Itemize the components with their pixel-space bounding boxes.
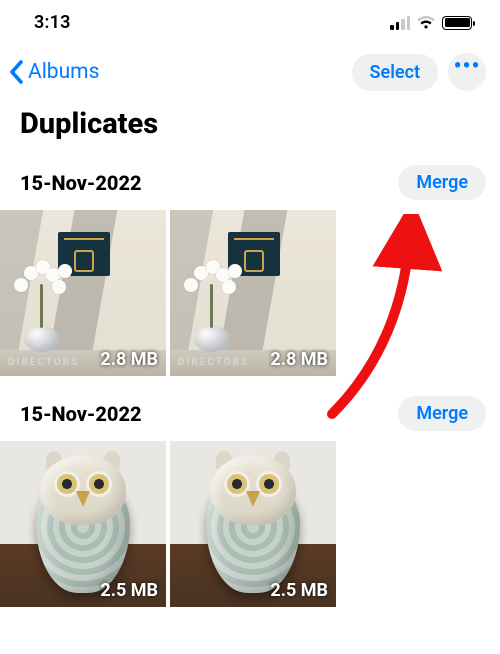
status-indicators [390,16,472,30]
file-size-label: 2.5 MB [100,580,158,601]
page-title: Duplicates [0,101,500,155]
duplicate-group: 15-Nov-2022 Merge DIRECTORS 2.8 MB DIREC… [0,155,500,386]
battery-icon [442,16,472,30]
nav-bar: Albums Select ••• [0,41,500,101]
photo-thumbnail[interactable]: 2.5 MB [0,441,166,607]
cellular-signal-icon [390,16,410,30]
photo-thumbnail[interactable]: DIRECTORS 2.8 MB [0,210,166,376]
file-size-label: 2.5 MB [270,580,328,601]
thumbnail-row: DIRECTORS 2.8 MB DIRECTORS 2.8 MB [0,210,500,376]
thumbnail-row: 2.5 MB 2.5 MB [0,441,500,607]
duplicate-group: 15-Nov-2022 Merge 2.5 MB 2.5 MB [0,386,500,617]
select-button[interactable]: Select [352,54,438,91]
back-button[interactable]: Albums [8,59,99,85]
merge-button[interactable]: Merge [398,165,486,200]
file-size-label: 2.8 MB [270,349,328,370]
group-date: 15-Nov-2022 [20,171,142,195]
group-header: 15-Nov-2022 Merge [0,386,500,441]
photo-thumbnail[interactable]: 2.5 MB [170,441,336,607]
status-time: 3:13 [34,12,71,33]
nav-actions: Select ••• [352,53,486,91]
group-date: 15-Nov-2022 [20,402,142,426]
photo-thumbnail[interactable]: DIRECTORS 2.8 MB [170,210,336,376]
group-header: 15-Nov-2022 Merge [0,155,500,210]
back-label: Albums [28,60,99,84]
caption-text: DIRECTORS [8,357,79,368]
file-size-label: 2.8 MB [100,349,158,370]
more-button[interactable]: ••• [448,53,486,91]
chevron-left-icon [8,59,26,85]
caption-text: DIRECTORS [178,357,249,368]
merge-button[interactable]: Merge [398,396,486,431]
wifi-icon [416,16,436,30]
status-bar: 3:13 [0,0,500,41]
